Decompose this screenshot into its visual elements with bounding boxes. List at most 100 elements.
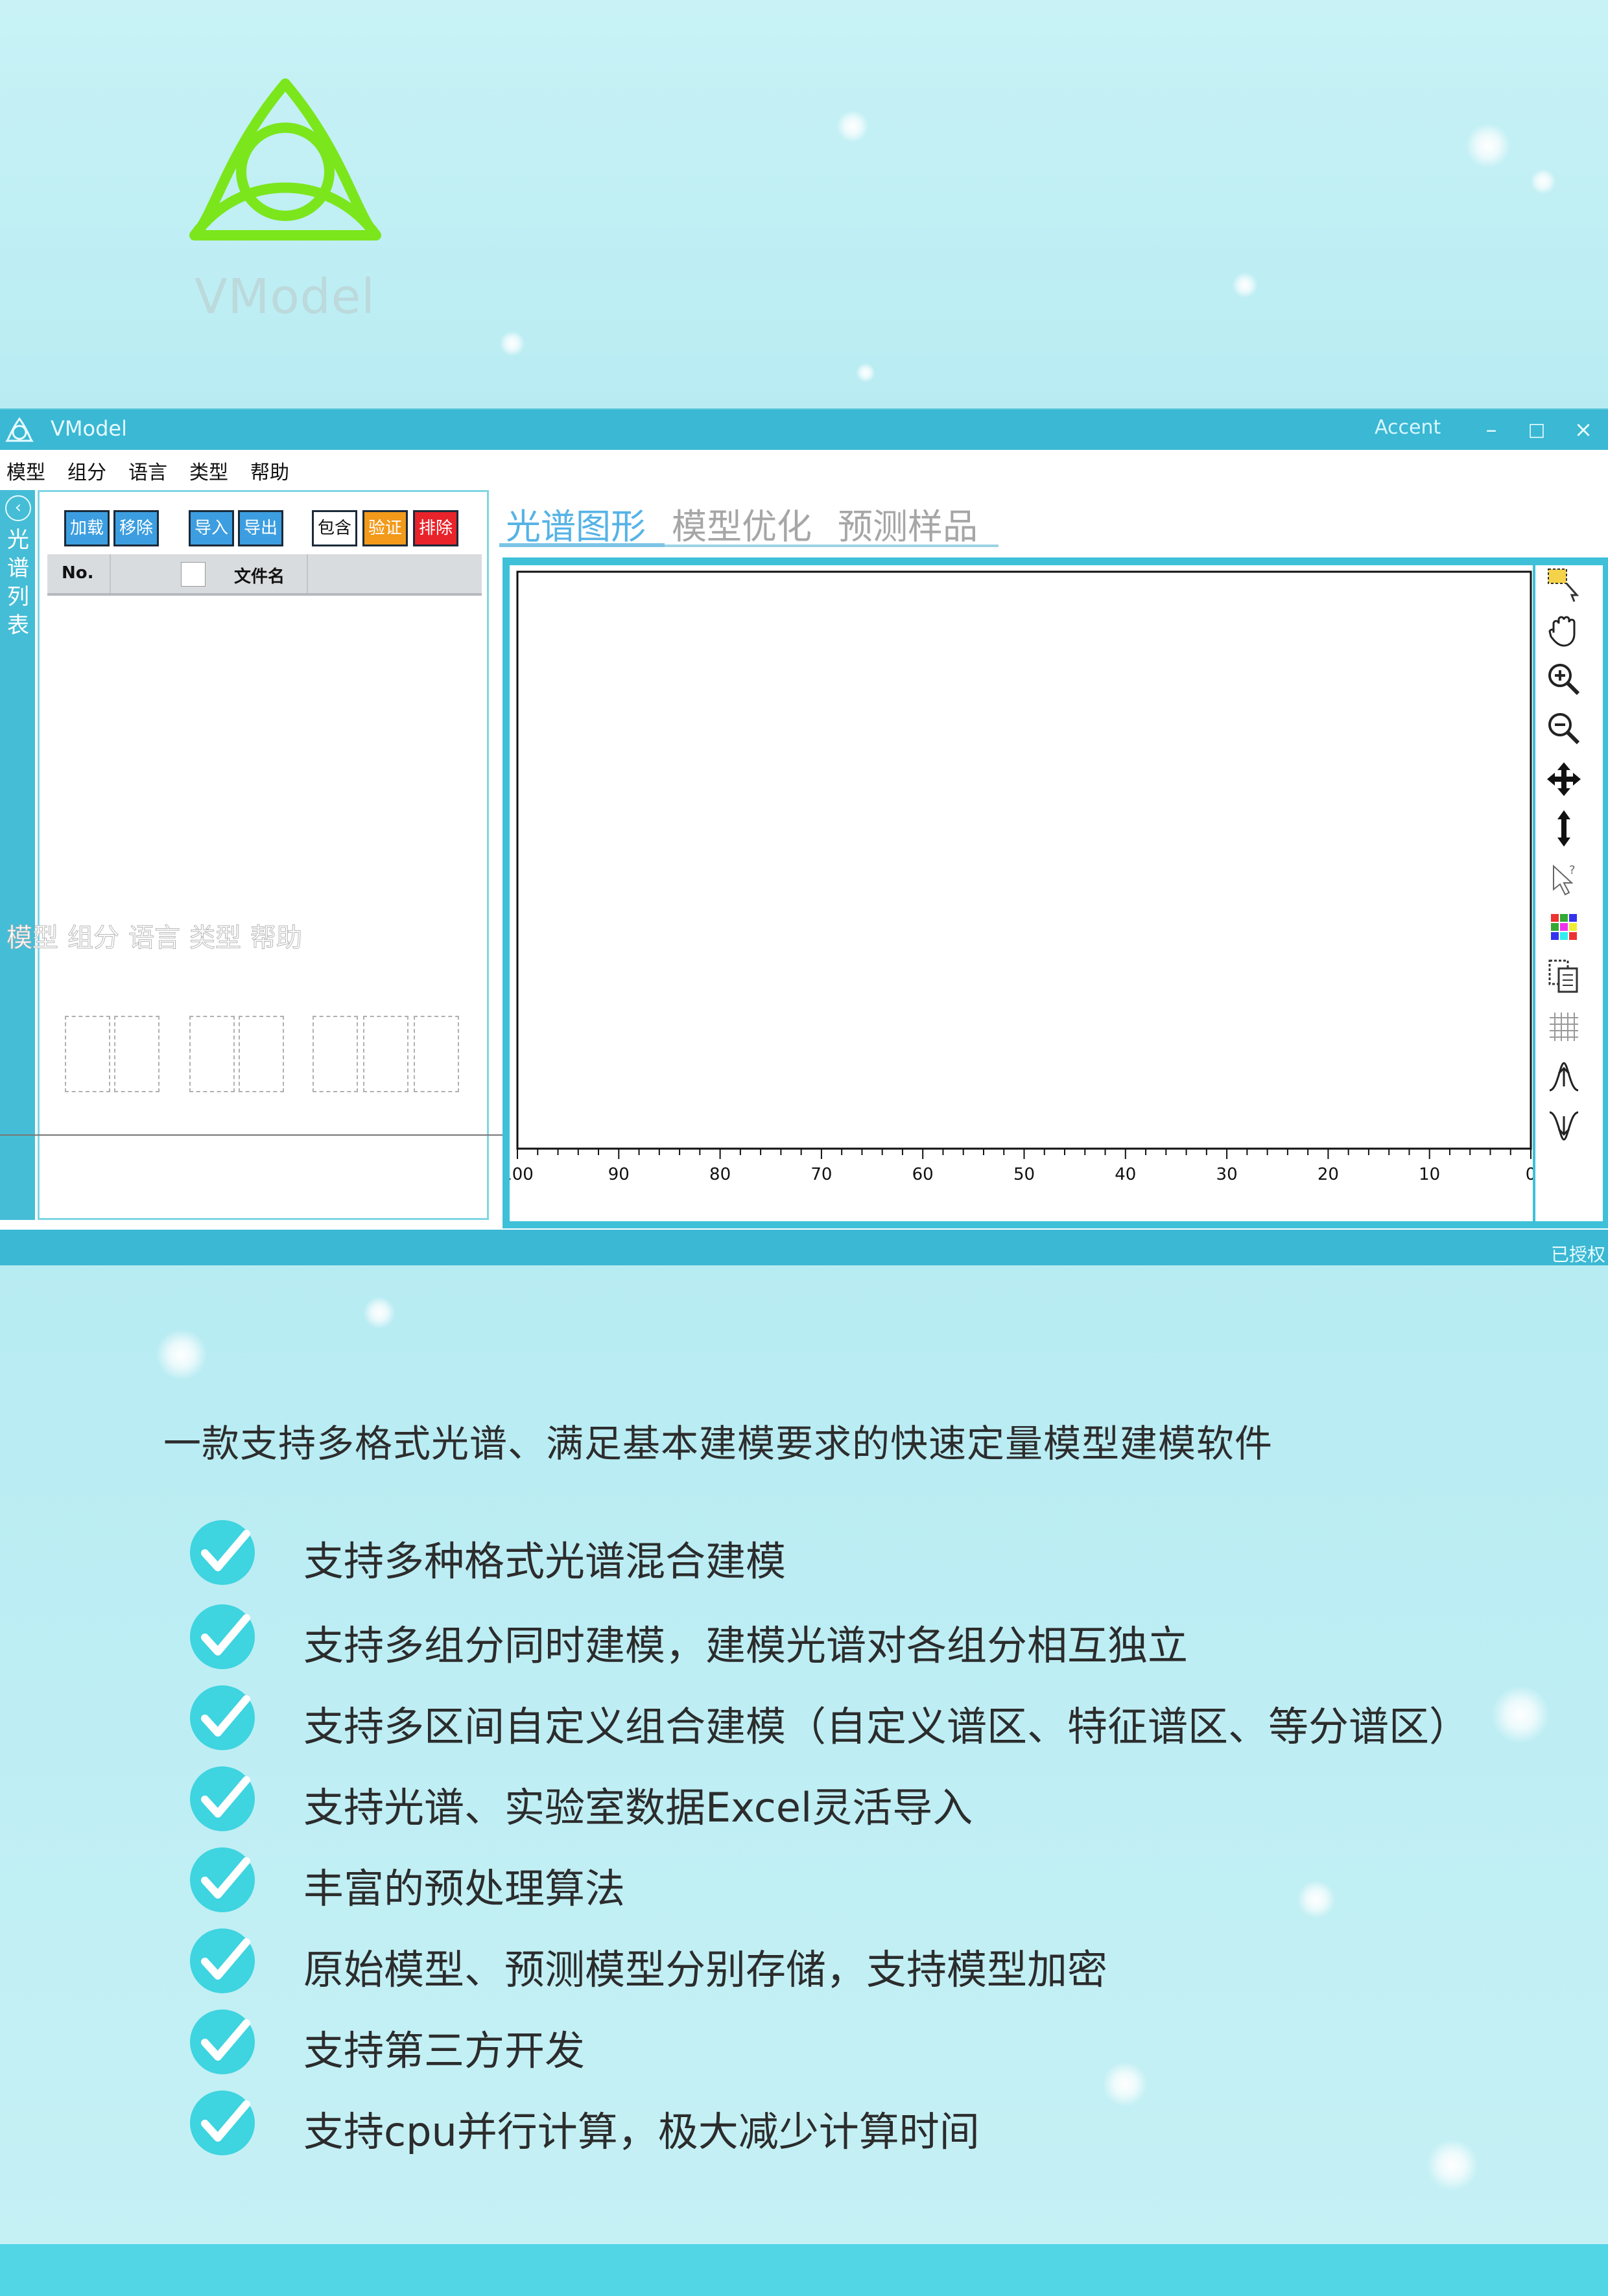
column-filename: 文件名 (234, 567, 285, 587)
x-tick-label: 70 (810, 1165, 832, 1184)
x-tick-label: 20 (1318, 1165, 1339, 1184)
sidebar-label-text: 光谱列表 (7, 527, 29, 638)
feature-text: 支持光谱、实验室数据Excel灵活导入 (303, 1784, 973, 1831)
hand-icon[interactable] (1544, 611, 1583, 650)
vertical-move-icon[interactable] (1544, 809, 1583, 848)
app-logo-icon (5, 417, 34, 442)
checkmark-icon (190, 1928, 255, 1993)
select-icon[interactable] (1544, 565, 1583, 604)
feature-item: 支持光谱、实验室数据Excel灵活导入 (187, 1763, 1581, 1834)
menu-bar: 模型 组分 语言 类型 帮助 (0, 450, 1608, 486)
feature-text: 支持多种格式光谱混合建模 (303, 1538, 786, 1585)
checkmark-icon (190, 1520, 255, 1585)
column-no: No. (62, 563, 94, 583)
sparkle (1530, 169, 1556, 194)
peak-down-icon[interactable] (1544, 1107, 1583, 1146)
status-bar (0, 1230, 1608, 1265)
feature-text: 支持多区间自定义组合建模（自定义谱区、特征谱区、等分谱区） (303, 1703, 1470, 1750)
ghost-menu-artifact: 模型 (6, 923, 59, 954)
brand-name: VModel (195, 269, 375, 325)
validate-button[interactable]: 验证 (362, 510, 408, 546)
plot-area (516, 570, 1532, 1150)
include-button[interactable]: 包含 (312, 510, 357, 546)
import-button[interactable]: 导入 (189, 510, 234, 546)
grid-icon[interactable] (1544, 1007, 1583, 1046)
peak-up-icon[interactable] (1544, 1057, 1583, 1095)
spectrum-chart[interactable]: 1009080706050403020100 (510, 565, 1533, 1221)
x-tick-label: 10 (1419, 1165, 1440, 1184)
x-tick-label: 0 (1526, 1165, 1533, 1184)
license-status: 已授权 (1551, 1244, 1606, 1265)
ghost-menu-artifact: 帮助 (250, 923, 303, 954)
copy-icon[interactable] (1544, 957, 1583, 996)
tab-spectrum-graph[interactable]: 光谱图形 (506, 498, 646, 549)
sparkle (836, 110, 869, 143)
ghost-button-artifact (313, 1016, 358, 1092)
view-tabs: 光谱图形 模型优化 预测样品 (506, 498, 1024, 547)
pointer-help-icon[interactable]: ? (1544, 860, 1583, 898)
x-tick-label: 40 (1115, 1165, 1136, 1184)
sparkle (856, 363, 875, 382)
sidebar-vertical-label: 光谱列表 (5, 526, 31, 640)
checkmark-icon (190, 1847, 255, 1912)
tab-active-indicator (499, 543, 665, 547)
feature-text: 原始模型、预测模型分别存储，支持模型加密 (303, 1946, 1108, 1993)
title-bar: VModel Accent – □ × (0, 410, 1608, 450)
feature-text: 支持cpu并行计算，极大减少计算时间 (303, 2108, 980, 2155)
checkmark-icon (190, 1766, 255, 1831)
minimize-button[interactable]: – (1472, 412, 1511, 447)
ghost-menu-artifact: 类型 (189, 923, 242, 954)
tab-predict-samples[interactable]: 预测样品 (838, 498, 978, 549)
feature-item: 支持第三方开发 (187, 2006, 1581, 2078)
list-header: No. 文件名 (47, 554, 482, 596)
zoom-in-icon[interactable] (1544, 660, 1583, 699)
x-tick-label: 60 (912, 1165, 934, 1184)
ghost-button-artifact (65, 1016, 110, 1092)
exclude-button[interactable]: 排除 (413, 510, 458, 546)
sparkle (1465, 123, 1511, 169)
feature-text: 丰富的预处理算法 (303, 1865, 626, 1912)
ghost-button-artifact (239, 1016, 284, 1092)
checkmark-icon (190, 1685, 255, 1750)
remove-button[interactable]: 移除 (113, 510, 159, 546)
chevron-left-icon[interactable]: ‹ (5, 495, 31, 521)
tab-model-optimize[interactable]: 模型优化 (672, 498, 812, 549)
menu-type[interactable]: 类型 (189, 456, 228, 485)
menu-language[interactable]: 语言 (128, 456, 167, 485)
x-tick-label: 50 (1013, 1165, 1035, 1184)
export-button[interactable]: 导出 (238, 510, 283, 546)
accent-theme-button[interactable]: Accent (1375, 416, 1441, 439)
triquetra-logo-icon (189, 78, 381, 240)
zoom-out-icon[interactable] (1544, 709, 1583, 748)
headline: 一款支持多格式光谱、满足基本建模要求的快速定量模型建模软件 (163, 1422, 1273, 1466)
feature-item: 支持多区间自定义组合建模（自定义谱区、特征谱区、等分谱区） (187, 1682, 1581, 1753)
ghost-button-artifact (114, 1016, 160, 1092)
color-grid-icon[interactable] (1544, 908, 1583, 946)
spectra-list-sidebar: ‹ 光谱列表 (0, 490, 35, 1220)
feature-item: 原始模型、预测模型分别存储，支持模型加密 (187, 1925, 1581, 1997)
load-button[interactable]: 加载 (64, 510, 110, 546)
sparkle (363, 1296, 396, 1329)
sparkle (156, 1329, 207, 1381)
sparkle (1232, 272, 1258, 298)
sparkle (499, 331, 525, 357)
chart-toolbar: ? (1535, 565, 1603, 1221)
column-divider (110, 554, 111, 593)
ghost-button-artifact (414, 1016, 459, 1092)
ghost-button-artifact (363, 1016, 408, 1092)
close-button[interactable]: × (1564, 412, 1603, 447)
menu-component[interactable]: 组分 (67, 456, 106, 485)
select-all-checkbox[interactable] (181, 562, 206, 587)
menu-help[interactable]: 帮助 (250, 456, 289, 485)
maximize-button[interactable]: □ (1517, 412, 1556, 447)
ghost-button-artifact (189, 1016, 235, 1092)
move-icon[interactable] (1544, 760, 1583, 799)
checkmark-icon (190, 1604, 255, 1669)
feature-item: 丰富的预处理算法 (187, 1844, 1581, 1915)
column-divider (307, 554, 308, 593)
app-window: VModel Accent – □ × 模型 组分 语言 类型 帮助 ‹ 光谱列… (0, 408, 1608, 1265)
svg-text:?: ? (1569, 863, 1576, 877)
window-title: VModel (51, 416, 127, 441)
spectra-list-panel: 加载 移除 导入 导出 包含 验证 排除 No. 文件名 (38, 490, 489, 1220)
menu-model[interactable]: 模型 (6, 456, 45, 485)
